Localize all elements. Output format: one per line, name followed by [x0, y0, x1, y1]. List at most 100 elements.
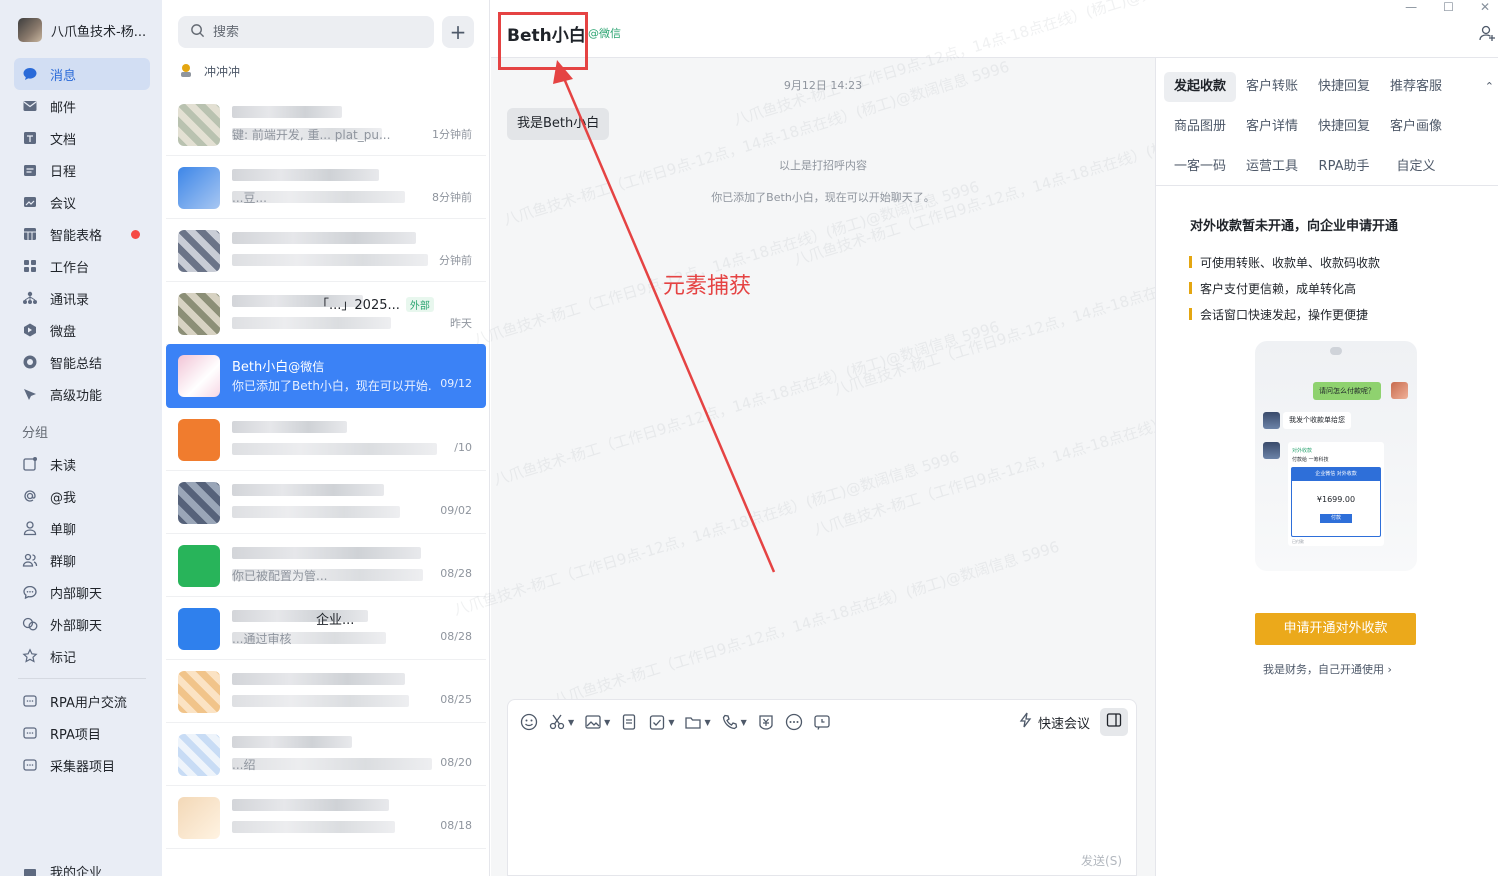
apply-payment-button[interactable]: 申请开通对外收款 — [1255, 613, 1416, 645]
avatar[interactable] — [178, 733, 220, 776]
my-company-label: 我的企业 — [50, 866, 103, 876]
close-icon[interactable]: ✕ — [1480, 0, 1490, 14]
maximize-icon[interactable]: ☐ — [1443, 0, 1454, 14]
more-icon[interactable] — [785, 710, 803, 734]
tool-tab[interactable]: 快捷回复 — [1308, 72, 1380, 102]
conversation-item[interactable]: ...豆... 8分钟前 — [166, 157, 486, 219]
folder-chat-icon — [22, 757, 38, 773]
message-bubble[interactable]: 我是Beth小白 — [507, 108, 610, 140]
nav-item-nav-groups-6[interactable]: 标记 — [14, 640, 150, 672]
my-company[interactable]: 我的企业 — [22, 862, 102, 876]
tool-tab[interactable]: 客户详情 — [1236, 112, 1308, 142]
nav-item-label: RPA用户交流 — [50, 695, 127, 711]
avatar[interactable] — [178, 481, 220, 524]
nav-item-nav-items-5[interactable]: 智能表格 — [14, 218, 150, 250]
conversation-item[interactable]: 企业... ...通过审核 08/28 — [166, 598, 486, 660]
message-composer[interactable]: ▼ ▼ ▼ ▼ ▼ 快速会议 发送(S) — [507, 699, 1137, 876]
avatar[interactable] — [178, 103, 220, 146]
nav-item-nav-items-4[interactable]: 会议 — [14, 186, 150, 218]
watermark-text: 八爪鱼技术-杨工（工作日9点-12点，14点-18点在线）(杨工)@数阔信息 5… — [451, 447, 962, 620]
nav-item-nav-items-8[interactable]: 微盘 — [14, 314, 150, 346]
conversation-item[interactable]: Beth小白@微信 你已添加了Beth小白，现在可以开始... 09/12 — [166, 344, 486, 408]
screenshot-icon[interactable]: ▼ — [548, 710, 574, 734]
conversation-item[interactable]: /10 — [166, 409, 486, 471]
nav-item-nav-items-3[interactable]: 日程 — [14, 154, 150, 186]
annotation-label: 元素捕获 — [663, 274, 752, 299]
minimize-icon[interactable]: — — [1405, 0, 1417, 14]
nav-item-nav-items-7[interactable]: 通讯录 — [14, 282, 150, 314]
avatar[interactable] — [178, 544, 220, 587]
tool-tab[interactable]: 快捷回复 — [1308, 112, 1380, 142]
emoji-icon[interactable] — [520, 710, 538, 734]
tool-tab[interactable]: 客户转账 — [1236, 72, 1308, 102]
pinned-row[interactable]: 冲冲冲 — [178, 62, 240, 81]
nav-item-nav-groups-0[interactable]: 未读 — [14, 448, 150, 480]
conversation-item[interactable]: ...绍 08/20 — [166, 724, 486, 786]
avatar — [1263, 442, 1280, 459]
conversation-item[interactable]: 键: 前端开发, 重... plat_pu... 1分钟前 — [166, 94, 486, 156]
profile[interactable]: 八爪鱼技术-杨... — [18, 18, 146, 42]
tool-tab[interactable]: 商品图册 — [1164, 112, 1236, 142]
tool-tab[interactable]: 自定义 — [1380, 152, 1452, 182]
at-icon — [22, 488, 38, 504]
nav-item-nav-projects-0[interactable]: RPA用户交流 — [14, 685, 150, 717]
conversation-item[interactable]: 你已被配置为管... 08/28 — [166, 535, 486, 597]
nav-item-nav-groups-4[interactable]: 内部聊天 — [14, 576, 150, 608]
conversation-item[interactable]: 分钟前 — [166, 220, 486, 282]
conversation-preview: ...豆... — [232, 190, 267, 205]
conversation-tag: @微信 — [288, 360, 325, 374]
phone-icon[interactable]: ▼ — [721, 710, 747, 734]
nav-item-nav-items-1[interactable]: 邮件 — [14, 90, 150, 122]
avatar[interactable] — [178, 355, 220, 397]
conversation-item[interactable]: 「...」2025... 外部 昨天 — [166, 283, 486, 345]
nav-item-nav-items-2[interactable]: 文档 — [14, 122, 150, 154]
send-button[interactable]: 发送(S) — [1081, 852, 1122, 869]
nav-item-nav-groups-3[interactable]: 群聊 — [14, 544, 150, 576]
nav-item-nav-groups-1[interactable]: @我 — [14, 480, 150, 512]
chevron-up-icon[interactable]: ⌃ — [1485, 80, 1494, 93]
tool-tab[interactable]: 运营工具 — [1236, 152, 1308, 182]
nav-item-nav-items-9[interactable]: 智能总结 — [14, 346, 150, 378]
avatar[interactable] — [178, 607, 220, 650]
conversation-body: 09/02 — [232, 482, 478, 524]
tool-tab[interactable]: 客户画像 — [1380, 112, 1452, 142]
quick-meeting-button[interactable]: 快速会议 — [1019, 712, 1090, 732]
avatar[interactable] — [178, 166, 220, 209]
self-enable-link[interactable]: 我是财务，自己开通使用 › — [1156, 661, 1498, 677]
conversation-item[interactable]: 09/02 — [166, 472, 486, 534]
nav-item-nav-projects-1[interactable]: RPA项目 — [14, 717, 150, 749]
conversation-item[interactable]: 08/18 — [166, 787, 486, 849]
nav-item-nav-groups-5[interactable]: 外部聊天 — [14, 608, 150, 640]
conversation-body: 键: 前端开发, 重... plat_pu... 1分钟前 — [232, 104, 478, 146]
person-icon — [22, 520, 38, 536]
add-member-icon[interactable] — [1478, 24, 1496, 46]
avatar[interactable] — [178, 418, 220, 461]
tool-tab[interactable]: 发起收款 — [1164, 72, 1236, 102]
unread-dot — [131, 230, 140, 239]
nav-item-nav-items-0[interactable]: 消息 — [14, 58, 150, 90]
nav-item-nav-groups-2[interactable]: 单聊 — [14, 512, 150, 544]
avatar[interactable] — [178, 796, 220, 839]
document-icon[interactable] — [620, 710, 638, 734]
record-icon[interactable] — [813, 710, 831, 734]
conversation-item[interactable]: 08/25 — [166, 661, 486, 723]
add-button[interactable]: + — [442, 16, 474, 48]
avatar[interactable] — [178, 292, 220, 335]
image-icon[interactable]: ▼ — [584, 710, 610, 734]
avatar[interactable] — [178, 229, 220, 272]
tool-tab[interactable]: RPA助手 — [1308, 152, 1380, 182]
avatar[interactable] — [178, 670, 220, 713]
search-box[interactable] — [178, 16, 434, 48]
avatar[interactable] — [18, 18, 42, 42]
task-icon[interactable]: ▼ — [648, 710, 674, 734]
payment-icon[interactable] — [757, 710, 775, 734]
tool-tab[interactable]: 一客一码 — [1164, 152, 1236, 182]
side-panel-toggle[interactable] — [1100, 708, 1128, 736]
search-input[interactable] — [213, 24, 413, 40]
tool-tab[interactable]: 推荐客服 — [1380, 72, 1452, 102]
nav-item-nav-items-6[interactable]: 工作台 — [14, 250, 150, 282]
pinned-label: 冲冲冲 — [204, 65, 241, 79]
nav-item-nav-projects-2[interactable]: 采集器项目 — [14, 749, 150, 781]
folder-icon[interactable]: ▼ — [684, 710, 711, 734]
nav-item-nav-items-10[interactable]: 高级功能 — [14, 378, 150, 410]
